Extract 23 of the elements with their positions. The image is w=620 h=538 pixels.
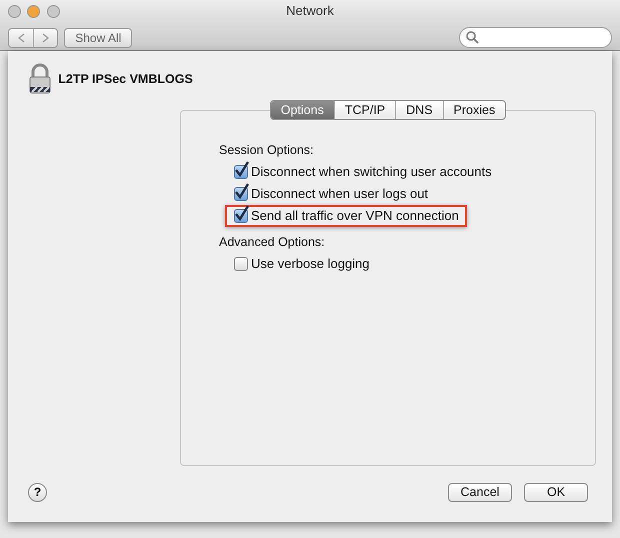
checkbox-label: Disconnect when switching user accounts [251, 163, 492, 181]
show-all-button[interactable]: Show All [64, 28, 132, 48]
dialog-button[interactable]: OK [524, 483, 588, 502]
section-heading: Advanced Options: [219, 234, 325, 251]
section-heading: Session Options: [219, 142, 314, 159]
checkbox-label: Disconnect when user logs out [251, 185, 428, 203]
tab[interactable]: DNS [395, 101, 443, 119]
lock-icon [28, 63, 52, 95]
minimize-button[interactable] [27, 4, 40, 18]
tab[interactable]: TCP/IP [334, 101, 396, 119]
close-button[interactable] [8, 4, 21, 18]
zoom-button[interactable] [46, 4, 60, 18]
checkbox-label: Send all traffic over VPN connection [251, 207, 459, 225]
search-field[interactable] [459, 27, 612, 48]
service-title: L2TP IPSec VMBLOGS [58, 70, 193, 88]
help-button[interactable]: ? [28, 483, 47, 502]
tab[interactable]: Proxies [442, 101, 506, 119]
tab[interactable]: Options [270, 101, 334, 119]
checkbox[interactable] [234, 256, 248, 270]
dialog-button[interactable]: Cancel [448, 483, 512, 502]
search-icon [466, 31, 479, 44]
window-title: Network [286, 4, 334, 18]
checkbox-label: Use verbose logging [251, 254, 370, 273]
